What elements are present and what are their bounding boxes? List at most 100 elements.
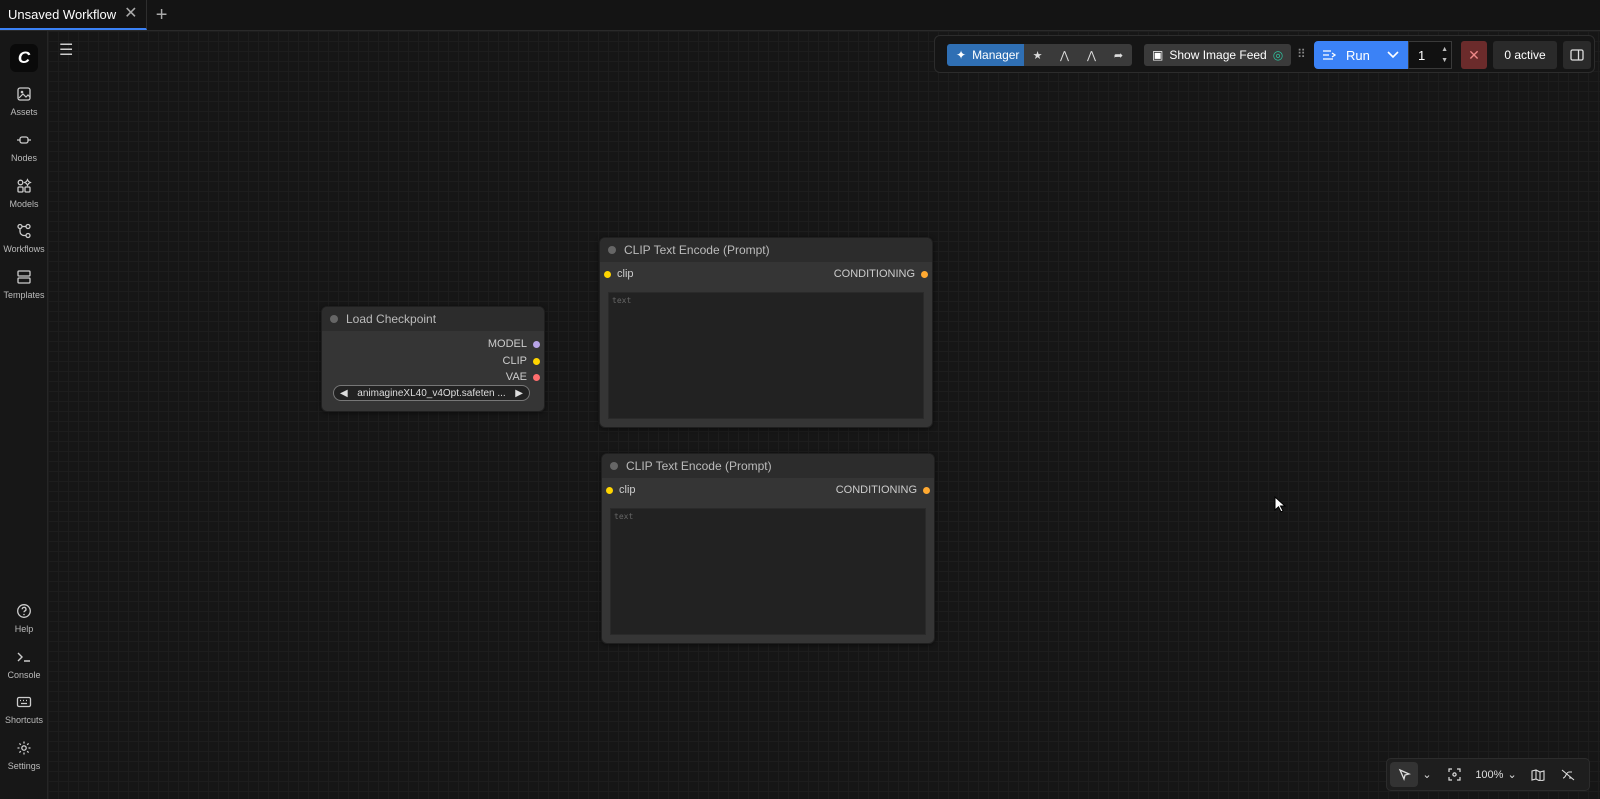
add-tab-button[interactable]: + bbox=[147, 0, 177, 30]
help-icon bbox=[17, 604, 31, 618]
output-conditioning[interactable]: CONDITIONING bbox=[836, 483, 930, 497]
share-icon[interactable]: ➦ bbox=[1105, 44, 1132, 66]
batch-count-value: 1 bbox=[1418, 47, 1426, 63]
sidebar-item-templates[interactable]: Templates bbox=[0, 269, 48, 300]
top-toolbar: ✦ Manager ★ ⋀ ⋀ ➦ ▣ Show Image Feed ◎ ⠿ … bbox=[934, 35, 1595, 73]
node-header[interactable]: CLIP Text Encode (Prompt) bbox=[600, 238, 932, 262]
output-dot[interactable] bbox=[533, 340, 540, 348]
output-dot[interactable] bbox=[921, 270, 928, 278]
node-clip-text-encode-2[interactable]: CLIP Text Encode (Prompt) clip CONDITION… bbox=[601, 453, 935, 644]
sidebar-item-models[interactable]: Models bbox=[0, 178, 48, 209]
output-model[interactable]: MODEL bbox=[488, 337, 540, 351]
queue-icon bbox=[1323, 50, 1336, 60]
node-load-checkpoint[interactable]: Load Checkpoint MODEL CLIP VAE ◀ animagi… bbox=[321, 306, 545, 412]
slot-label: clip bbox=[619, 484, 636, 496]
prompt-text-area[interactable]: text bbox=[610, 508, 926, 635]
ckpt-name-combo[interactable]: ◀ animagineXL40_v4Opt.safeten ... ▶ bbox=[333, 385, 530, 401]
nodes-icon[interactable]: ⋀ bbox=[1078, 44, 1105, 66]
sidebar-item-label: Workflows bbox=[3, 244, 45, 254]
node-title: Load Checkpoint bbox=[346, 312, 437, 326]
sidebar-item-label: Settings bbox=[7, 761, 41, 771]
canvas-controls: ⌄ 100% ⌄ bbox=[1386, 758, 1590, 791]
sidebar-item-assets[interactable]: Assets bbox=[0, 86, 48, 117]
output-conditioning[interactable]: CONDITIONING bbox=[834, 267, 928, 281]
node-icon bbox=[17, 136, 31, 144]
puzzle-icon: ✦ bbox=[956, 48, 967, 62]
slot-label: clip bbox=[617, 268, 634, 280]
sidebar-item-shortcuts[interactable]: Shortcuts bbox=[0, 694, 48, 725]
sidebar-item-workflows[interactable]: Workflows bbox=[0, 223, 48, 254]
models-icon bbox=[17, 178, 32, 193]
node-title: CLIP Text Encode (Prompt) bbox=[626, 459, 772, 473]
sidebar: C Assets Nodes Models Workflows Template… bbox=[0, 31, 48, 799]
drag-handle-icon[interactable]: ⠿ bbox=[1297, 47, 1306, 61]
arrow-left-icon[interactable]: ◀ bbox=[340, 388, 348, 399]
output-clip[interactable]: CLIP bbox=[503, 354, 540, 368]
hide-links-icon[interactable] bbox=[1556, 759, 1580, 790]
slot-label: MODEL bbox=[487, 338, 527, 350]
input-dot[interactable] bbox=[604, 270, 611, 278]
sidebar-item-console[interactable]: Console bbox=[0, 649, 48, 680]
output-vae[interactable]: VAE bbox=[506, 370, 540, 384]
slot-label: CLIP bbox=[502, 355, 527, 367]
logo[interactable]: C bbox=[10, 44, 38, 72]
collapse-dot-icon[interactable] bbox=[330, 315, 338, 323]
templates-icon bbox=[17, 270, 31, 284]
keyboard-icon bbox=[16, 696, 32, 708]
input-clip[interactable]: clip bbox=[606, 483, 636, 497]
sidebar-item-help[interactable]: Help bbox=[0, 603, 48, 634]
hamburger-menu-icon[interactable]: ☰ bbox=[59, 40, 73, 60]
panel-toggle-icon[interactable] bbox=[1563, 41, 1591, 69]
prompt-text-area[interactable]: text bbox=[608, 292, 924, 419]
tab-unsaved-workflow[interactable]: Unsaved Workflow ✕ bbox=[0, 0, 147, 30]
sidebar-item-nodes[interactable]: Nodes bbox=[0, 132, 48, 163]
output-dot[interactable] bbox=[533, 373, 540, 381]
output-dot[interactable] bbox=[533, 357, 540, 365]
collapse-dot-icon[interactable] bbox=[610, 462, 618, 470]
workflow-icon bbox=[17, 223, 31, 239]
sidebar-item-label: Nodes bbox=[10, 153, 37, 163]
chevron-down-icon[interactable] bbox=[1378, 41, 1408, 69]
terminal-icon bbox=[17, 652, 30, 662]
stepper-icon[interactable]: ▲ ▼ bbox=[1441, 44, 1448, 66]
zoom-value: 100% bbox=[1475, 768, 1504, 781]
sidebar-item-label: Templates bbox=[3, 290, 45, 300]
run-label: Run bbox=[1346, 47, 1370, 63]
star-icon[interactable]: ★ bbox=[1024, 44, 1051, 66]
tab-bar: Unsaved Workflow ✕ + bbox=[0, 0, 1600, 31]
chevron-down-icon[interactable]: ⌄ bbox=[1418, 759, 1436, 790]
batch-count-input[interactable]: 1 ▲ ▼ bbox=[1408, 41, 1452, 69]
sidebar-item-settings[interactable]: Settings bbox=[0, 740, 48, 771]
node-title: CLIP Text Encode (Prompt) bbox=[624, 243, 770, 257]
close-icon[interactable]: ✕ bbox=[124, 6, 137, 22]
slot-label: VAE bbox=[505, 371, 527, 383]
models-icon[interactable]: ⋀ bbox=[1051, 44, 1078, 66]
node-header[interactable]: Load Checkpoint bbox=[322, 307, 544, 331]
fit-view-icon[interactable] bbox=[1436, 759, 1472, 790]
node-clip-text-encode-1[interactable]: CLIP Text Encode (Prompt) clip CONDITION… bbox=[599, 237, 933, 428]
placeholder-text: text bbox=[612, 296, 632, 305]
zoom-level[interactable]: 100% ⌄ bbox=[1472, 759, 1520, 790]
arrow-right-icon[interactable]: ▶ bbox=[515, 388, 523, 399]
sidebar-item-label: Assets bbox=[10, 107, 38, 117]
slot-label: CONDITIONING bbox=[833, 268, 915, 280]
select-mode-icon[interactable] bbox=[1390, 762, 1418, 787]
manager-button[interactable]: ✦ Manager bbox=[947, 44, 1029, 66]
feed-label: Show Image Feed bbox=[1169, 48, 1267, 62]
node-header[interactable]: CLIP Text Encode (Prompt) bbox=[602, 454, 934, 478]
image-feed-icon: ▣ bbox=[1152, 48, 1164, 62]
manager-actions: ★ ⋀ ⋀ ➦ bbox=[1024, 44, 1132, 66]
minimap-icon[interactable] bbox=[1520, 759, 1556, 790]
gear-icon bbox=[17, 741, 31, 755]
show-image-feed-button[interactable]: ▣ Show Image Feed ◎ bbox=[1144, 44, 1292, 66]
tab-title: Unsaved Workflow bbox=[8, 6, 117, 22]
input-dot[interactable] bbox=[606, 486, 613, 494]
active-queue-button[interactable]: 0 active bbox=[1493, 41, 1557, 69]
placeholder-text: text bbox=[614, 512, 634, 521]
collapse-dot-icon[interactable] bbox=[608, 246, 616, 254]
sidebar-item-label: Console bbox=[7, 670, 41, 680]
cancel-button[interactable]: ✕ bbox=[1461, 41, 1487, 69]
input-clip[interactable]: clip bbox=[604, 267, 634, 281]
run-button[interactable]: Run bbox=[1314, 41, 1408, 69]
output-dot[interactable] bbox=[923, 486, 930, 494]
